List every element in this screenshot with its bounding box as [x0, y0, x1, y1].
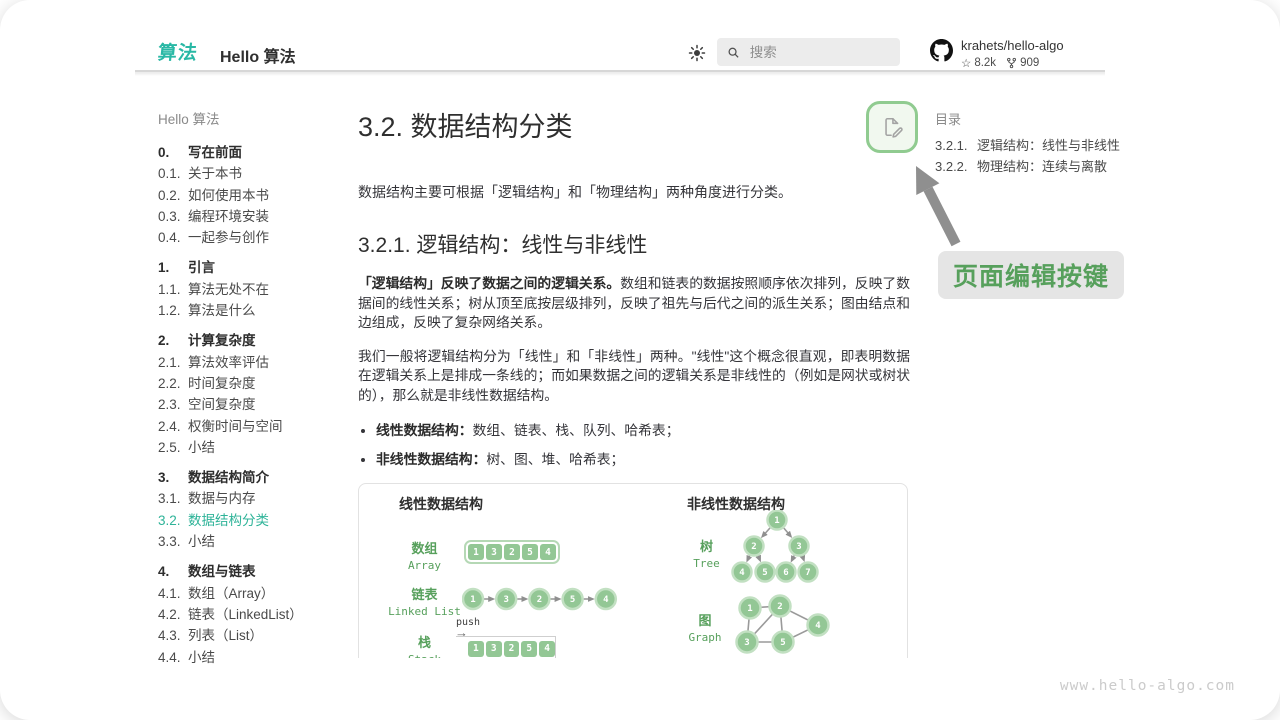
figure-linear-title: 线性数据结构 [399, 494, 483, 514]
star-count: 8.2k [974, 57, 996, 69]
array-cell: 2 [504, 544, 520, 560]
app-window: 算法 Hello 算法 krahets/hello-algo ☆ 8.2k [0, 0, 1280, 720]
svg-text:3: 3 [744, 638, 749, 648]
sidebar-item-3.2[interactable]: 3.2.数据结构分类 [158, 510, 348, 531]
toc-title: 目录 [935, 112, 1160, 128]
data-structures-figure: 线性数据结构 非线性数据结构 数组 Array 13254 链表 Linked … [358, 483, 908, 658]
svg-text:4: 4 [815, 621, 821, 631]
svg-text:5: 5 [762, 568, 767, 578]
linked-list-diagram: 1 3 2 5 4 [462, 586, 627, 613]
array-cell: 4 [540, 544, 556, 560]
site-title[interactable]: Hello 算法 [220, 43, 296, 67]
stack-cell: 4 [539, 641, 555, 657]
sidebar-item-2.4[interactable]: 2.4.权衡时间与空间 [158, 416, 348, 437]
annotation-label: 页面编辑按键 [938, 251, 1124, 299]
intro-paragraph: 数据结构主要可根据「逻辑结构」和「物理结构」两种角度进行分类。 [358, 182, 910, 202]
svg-text:4: 4 [739, 568, 745, 578]
stack-cell: 2 [504, 641, 520, 657]
fork-count: 909 [1020, 57, 1039, 69]
svg-text:1: 1 [774, 516, 779, 526]
svg-text:5: 5 [780, 638, 785, 648]
stack-cell: 5 [521, 641, 537, 657]
svg-text:5: 5 [570, 595, 575, 605]
sidebar-item-3.3[interactable]: 3.3.小结 [158, 531, 348, 552]
svg-text:3: 3 [503, 595, 508, 605]
stack-cell: 3 [486, 641, 502, 657]
sidebar-section-title: 2.计算复杂度 [158, 330, 348, 351]
main-content: 3.2. 数据结构分类 数据结构主要可根据「逻辑结构」和「物理结构」两种角度进行… [358, 104, 910, 658]
search-box[interactable] [717, 38, 900, 66]
sidebar-item-2.5[interactable]: 2.5.小结 [158, 437, 348, 458]
page-title: 3.2. 数据结构分类 [358, 110, 910, 144]
svg-text:6: 6 [783, 568, 788, 578]
svg-text:1: 1 [747, 604, 752, 614]
bullet-list: 线性数据结构：数组、链表、栈、队列、哈希表； 非线性数据结构：树、图、堆、哈希表… [358, 421, 910, 469]
sidebar-item-1.1[interactable]: 1.1.算法无处不在 [158, 279, 348, 300]
sidebar-section-title: 1.引言 [158, 257, 348, 278]
svg-text:2: 2 [777, 602, 782, 612]
sidebar-item-4.1[interactable]: 4.1.数组（Array） [158, 583, 348, 604]
sidebar-item-4.3[interactable]: 4.3.列表（List） [158, 625, 348, 646]
sidebar-title: Hello 算法 [158, 112, 348, 128]
search-input[interactable] [748, 44, 890, 61]
svg-text:2: 2 [537, 595, 542, 605]
sun-icon [688, 44, 706, 62]
svg-text:1: 1 [470, 595, 475, 605]
edit-page-button[interactable] [866, 101, 918, 153]
stack-diagram: 13254 [456, 636, 556, 658]
github-repo-link[interactable]: krahets/hello-algo ☆ 8.2k 909 [930, 39, 1064, 70]
watermark: www.hello-algo.com [1060, 678, 1235, 694]
sidebar-section-title: 3.数据结构简介 [158, 467, 348, 488]
sidebar-section-title: 4.数组与链表 [158, 561, 348, 582]
sidebar-nav: Hello 算法 0.写在前面0.1.关于本书0.2.如何使用本书0.3.编程环… [158, 112, 348, 668]
array-label: 数组 Array [377, 538, 472, 572]
array-diagram: 13254 [464, 540, 560, 564]
sidebar-item-2.2[interactable]: 2.2.时间复杂度 [158, 373, 348, 394]
stack-cell: 1 [468, 641, 484, 657]
paragraph: 我们一般将逻辑结构分为「线性」和「非线性」两种。"线性"这个概念很直观，即表明数… [358, 347, 910, 406]
sidebar-item-4.4[interactable]: 4.4.小结 [158, 647, 348, 668]
search-icon [727, 45, 740, 60]
sidebar-item-4.2[interactable]: 4.2.链表（LinkedList） [158, 604, 348, 625]
star-icon: ☆ [961, 56, 971, 70]
sidebar-item-2.3[interactable]: 2.3.空间复杂度 [158, 394, 348, 415]
svg-text:2: 2 [751, 542, 756, 552]
array-cell: 1 [468, 544, 484, 560]
sidebar-item-1.2[interactable]: 1.2.算法是什么 [158, 300, 348, 321]
sidebar-item-0.4[interactable]: 0.4.一起参与创作 [158, 227, 348, 248]
svg-text:7: 7 [805, 568, 810, 578]
repo-name: krahets/hello-algo [961, 39, 1064, 53]
svg-text:4: 4 [603, 595, 609, 605]
github-icon [930, 39, 953, 62]
sidebar-item-0.1[interactable]: 0.1.关于本书 [158, 163, 348, 184]
linked-list-label: 链表 Linked List [377, 584, 472, 618]
sidebar-item-0.3[interactable]: 0.3.编程环境安装 [158, 206, 348, 227]
edit-page-icon [881, 116, 903, 138]
header-divider [135, 70, 1105, 76]
sidebar-section-title: 0.写在前面 [158, 142, 348, 163]
tree-diagram: 1 2 3 4 5 6 7 [725, 510, 825, 584]
svg-text:3: 3 [796, 542, 801, 552]
sidebar-item-2.1[interactable]: 2.1.算法效率评估 [158, 352, 348, 373]
list-item: 线性数据结构：数组、链表、栈、队列、哈希表； [376, 421, 910, 441]
graph-diagram: 1 2 3 4 5 [723, 594, 835, 656]
paragraph: 「逻辑结构」反映了数据之间的逻辑关系。数组和链表的数据按照顺序依次排列，反映了数… [358, 274, 910, 333]
sidebar-item-3.1[interactable]: 3.1.数据与内存 [158, 488, 348, 509]
array-cell: 5 [522, 544, 538, 560]
site-logo[interactable]: 算法 [157, 38, 200, 65]
section-heading: 3.2.1. 逻辑结构：线性与非线性 [358, 232, 910, 260]
array-cell: 3 [486, 544, 502, 560]
theme-toggle-button[interactable] [688, 44, 706, 62]
annotation-arrow [888, 152, 988, 252]
sidebar-item-0.2[interactable]: 0.2.如何使用本书 [158, 185, 348, 206]
fork-icon [1006, 57, 1017, 69]
list-item: 非线性数据结构：树、图、堆、哈希表； [376, 450, 910, 470]
